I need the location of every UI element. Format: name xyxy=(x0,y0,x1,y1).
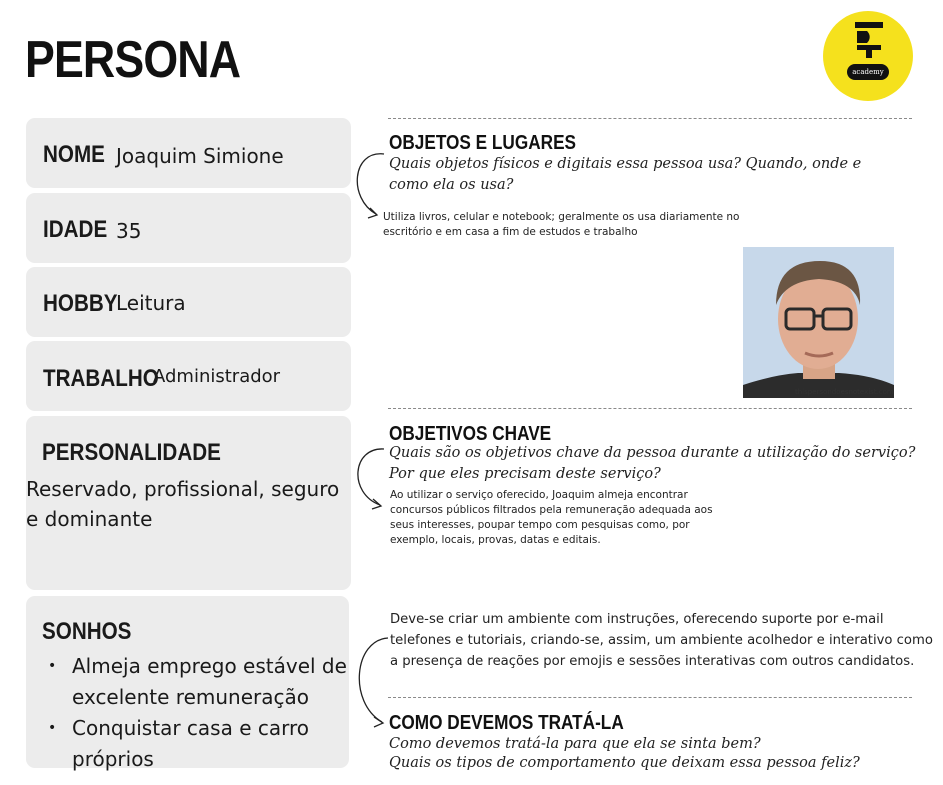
curved-arrow-icon xyxy=(356,153,385,219)
page-title: PERSONA xyxy=(25,31,241,89)
curved-arrow-icon xyxy=(357,448,385,510)
treatment-answer: Deve-se criar um ambiente com instruções… xyxy=(390,612,933,669)
objects-answer: Utiliza livros, celular e notebook; gera… xyxy=(383,211,740,238)
goals-title: OBJETIVOS CHAVE xyxy=(389,423,552,445)
dream-text: Conquistar casa e carro próprios xyxy=(72,716,309,771)
bullet-icon: • xyxy=(48,720,57,736)
persona-photo: thispersondoesnotexist.com xyxy=(743,247,894,398)
age-label: IDADE xyxy=(43,216,108,243)
goals-answer: Ao utilizar o serviço oferecido, Joaquim… xyxy=(390,489,713,546)
personality-value: Reservado, profissional, seguro e domina… xyxy=(26,477,340,531)
treatment-question-line1: Como devemos tratá-la para que ela se si… xyxy=(389,736,761,752)
hobby-label: HOBBY xyxy=(43,290,118,317)
personality-label: PERSONALIDADE xyxy=(42,439,221,466)
dreams-label: SONHOS xyxy=(42,618,132,645)
logo-text: academy xyxy=(847,64,889,80)
age-value: 35 xyxy=(116,219,142,243)
treatment-title: COMO DEVEMOS TRATÁ-LA xyxy=(389,712,624,734)
treatment-question-line2: Quais os tipos de comportamento que deix… xyxy=(389,755,860,771)
job-value: Administrador xyxy=(153,366,281,387)
divider xyxy=(388,408,912,409)
person-portrait-icon xyxy=(743,247,894,398)
name-value: Joaquim Simione xyxy=(116,144,284,168)
objects-question: Quais objetos físicos e digitais essa pe… xyxy=(389,156,862,193)
photo-credit: thispersondoesnotexist.com xyxy=(795,388,894,396)
dream-text: Almeja emprego estável de excelente remu… xyxy=(72,654,347,709)
dt-logo-mark-icon xyxy=(855,22,883,58)
curved-arrow-icon xyxy=(358,637,389,728)
job-label: TRABALHO xyxy=(43,365,159,392)
name-label: NOME xyxy=(43,141,105,168)
bullet-icon: • xyxy=(48,658,57,674)
goals-question: Quais são os objetivos chave da pessoa d… xyxy=(389,445,916,482)
list-item: • Almeja emprego estável de excelente rem… xyxy=(26,651,351,713)
divider xyxy=(388,118,912,119)
dreams-list: • Almeja emprego estável de excelente rem… xyxy=(26,651,351,775)
divider xyxy=(388,697,912,698)
list-item: • Conquistar casa e carro próprios xyxy=(26,713,351,775)
objects-title: OBJETOS E LUGARES xyxy=(389,132,577,154)
hobby-value: Leitura xyxy=(116,291,186,315)
